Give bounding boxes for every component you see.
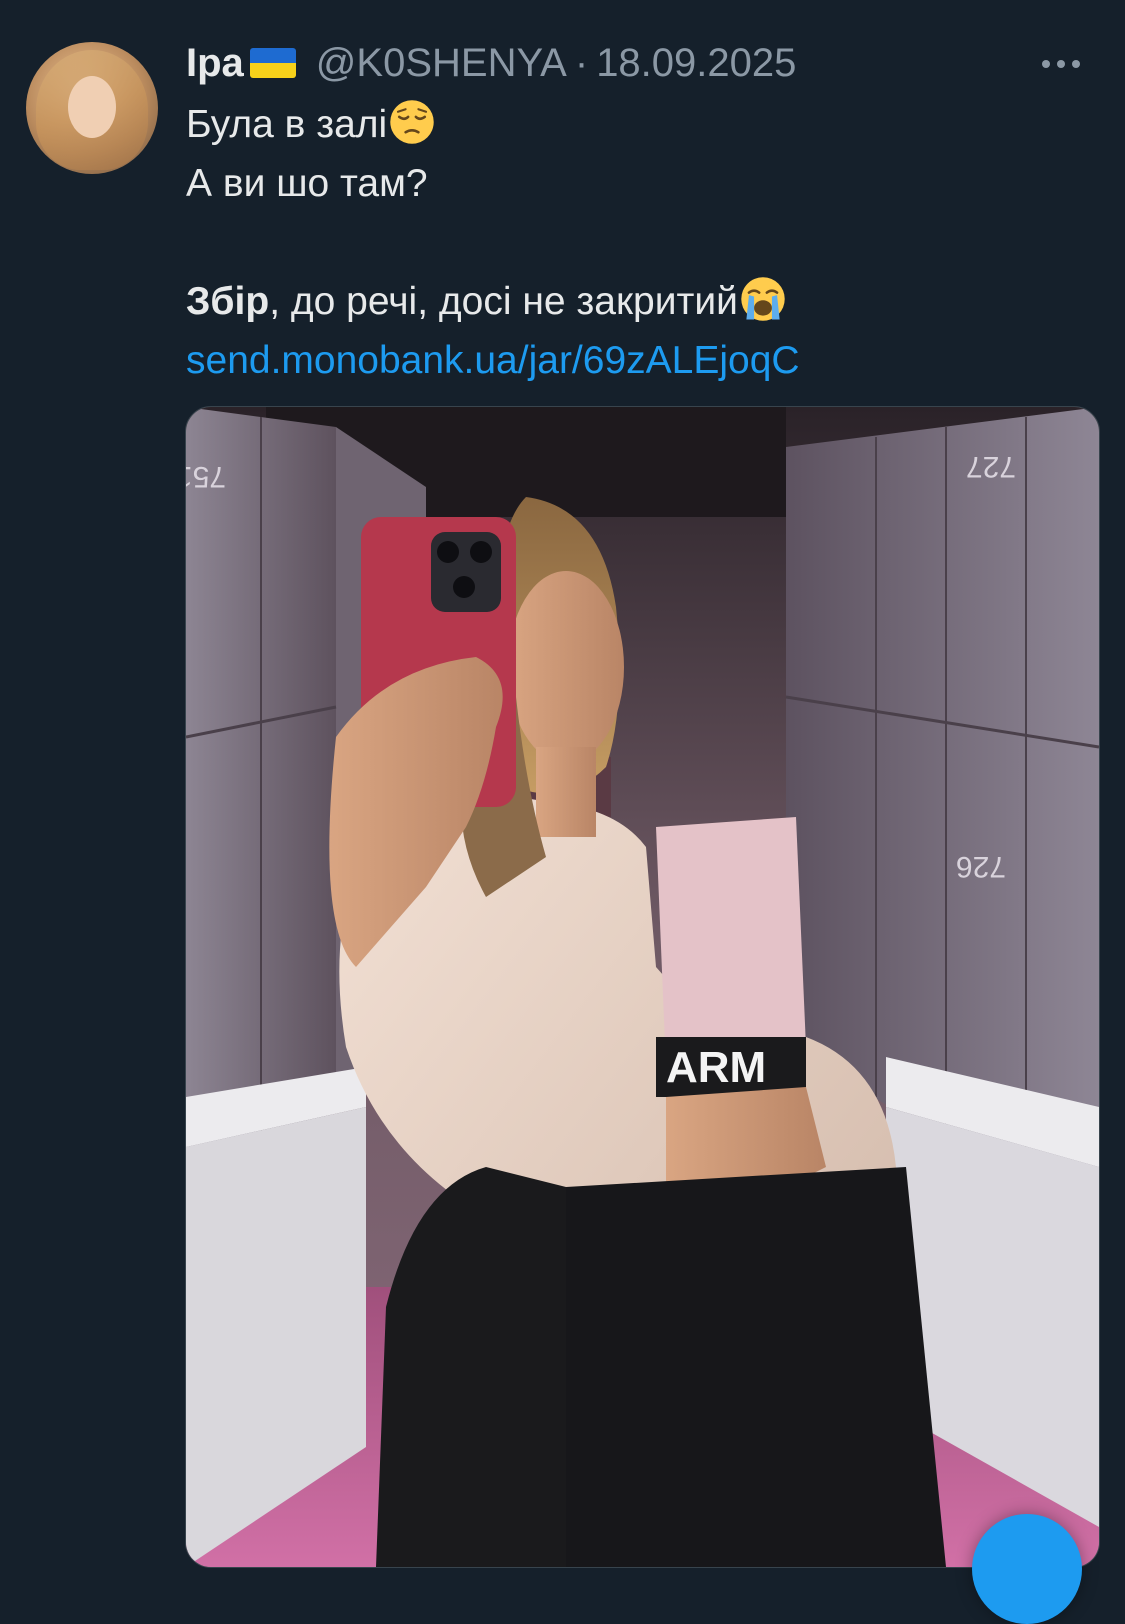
avatar[interactable] [26, 42, 158, 174]
tweet-text-line-1: Була в залі [186, 95, 1086, 154]
svg-text:727: 727 [966, 450, 1016, 483]
tweet-text-line-1-text: Була в залі [186, 103, 388, 146]
tweet-text-line-2: А ви шо там? [186, 162, 428, 205]
more-horizontal-icon [1042, 60, 1050, 68]
more-options-button[interactable] [1033, 46, 1089, 82]
tweet-date[interactable]: 18.09.2025 [596, 41, 796, 86]
tweet-photo[interactable]: ARM 751 727 726 [185, 406, 1100, 1568]
loudly-crying-face-emoji-icon [741, 277, 785, 321]
display-name[interactable]: Іра [186, 41, 244, 86]
user-handle[interactable]: @K0SHENYA [316, 41, 567, 86]
pensive-face-emoji-icon [390, 100, 434, 144]
tweet-text: Була в залі А ви шо там? Збір, до речі, … [186, 95, 1086, 390]
compose-fab-icon[interactable] [972, 1514, 1082, 1624]
fundraiser-bold-word: Збір [186, 280, 270, 323]
avatar-face [68, 76, 116, 138]
bra-brand-text: ARM [666, 1043, 766, 1092]
tweet-text-line-3-rest: , до речі, досі не закритий [269, 280, 738, 323]
svg-text:726: 726 [956, 850, 1006, 883]
fundraiser-link[interactable]: send.monobank.ua/jar/69zALEjoqC [186, 339, 800, 382]
tweet: Іра @K0SHENYA · 18.09.2025 Була в залі А… [0, 0, 1125, 1624]
tweet-text-line-3: Збір, до речі, досі не закритий [186, 272, 1086, 331]
ukraine-flag-icon [249, 48, 296, 78]
gym-locker-room-selfie-photo: ARM 751 727 726 [186, 407, 1099, 1567]
separator-dot: · [574, 40, 589, 85]
svg-text:751: 751 [186, 460, 226, 493]
tweet-header: Іра @K0SHENYA · 18.09.2025 [186, 38, 796, 88]
fundraiser-link-line: send.monobank.ua/jar/69zALEjoqC [186, 331, 1086, 390]
